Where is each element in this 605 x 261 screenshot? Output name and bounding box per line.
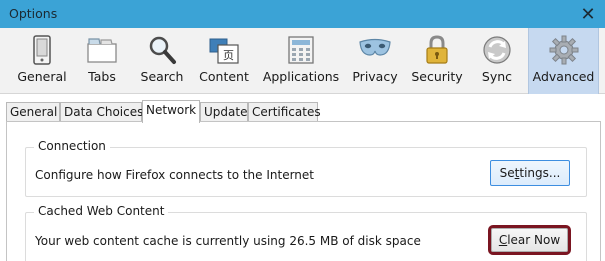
toolbar-label-advanced: Advanced xyxy=(532,69,595,84)
cache-description: Your web content cache is currently usin… xyxy=(35,234,421,248)
close-icon[interactable]: ✕ xyxy=(571,0,605,28)
privacy-mask-icon xyxy=(359,38,391,56)
window-title: Options xyxy=(9,6,58,21)
subtab-network[interactable]: Network xyxy=(142,100,200,123)
general-icon xyxy=(33,35,51,65)
settings-button-label-post: tings... xyxy=(519,166,561,180)
toolbar-content[interactable]: 页 Content xyxy=(196,28,252,94)
clear-now-button-label: lear Now xyxy=(507,233,561,247)
settings-button-label-pre: Se xyxy=(499,166,515,180)
content-icon: 页 xyxy=(209,38,239,64)
svg-text:页: 页 xyxy=(223,49,234,62)
tabs-icon xyxy=(87,38,117,63)
toolbar-label-general: General xyxy=(17,69,67,84)
toolbar-general[interactable]: General xyxy=(6,28,78,94)
search-icon xyxy=(149,36,176,64)
cached-content-group: Cached Web Content Your web content cach… xyxy=(25,204,587,261)
sync-icon xyxy=(483,36,511,64)
subtab-update[interactable]: Update xyxy=(200,102,248,122)
clear-now-button[interactable]: Clear Now xyxy=(488,225,571,255)
toolbar-label-content: Content xyxy=(199,69,249,84)
toolbar-label-sync: Sync xyxy=(481,69,513,84)
subtab-data-choices[interactable]: Data Choices xyxy=(60,102,143,122)
gear-icon xyxy=(549,35,578,65)
advanced-pane: General Data Choices Network Update Cert… xyxy=(0,94,605,261)
subtab-general[interactable]: General xyxy=(6,102,60,122)
cache-legend: Cached Web Content xyxy=(34,204,169,218)
connection-settings-button[interactable]: Se t tings... xyxy=(490,160,570,186)
toolbar-label-privacy: Privacy xyxy=(352,69,398,84)
toolbar-label-tabs: Tabs xyxy=(88,69,116,84)
toolbar-advanced[interactable]: Advanced xyxy=(528,28,599,94)
toolbar-search[interactable]: Search xyxy=(134,28,190,94)
toolbar-security[interactable]: Security xyxy=(409,28,465,94)
toolbar-privacy[interactable]: Privacy xyxy=(348,28,402,94)
applications-icon xyxy=(288,36,314,64)
network-tab-body: Connection Configure how Firefox connect… xyxy=(6,121,601,261)
options-toolbar: General Tabs Search 页 Content Applicatio… xyxy=(0,28,605,94)
toolbar-applications[interactable]: Applications xyxy=(260,28,342,94)
subtab-certificates[interactable]: Certificates xyxy=(248,102,321,122)
connection-legend: Connection xyxy=(34,139,110,153)
toolbar-sync[interactable]: Sync xyxy=(475,28,519,94)
padlock-icon xyxy=(426,35,448,64)
toolbar-tabs[interactable]: Tabs xyxy=(78,28,126,94)
clear-now-button-accel: C xyxy=(498,233,508,247)
connection-group: Connection Configure how Firefox connect… xyxy=(25,139,587,197)
toolbar-label-security: Security xyxy=(411,69,463,84)
connection-description: Configure how Firefox connects to the In… xyxy=(35,168,314,182)
toolbar-label-applications: Applications xyxy=(262,69,340,84)
title-bar: Options ✕ xyxy=(0,0,605,28)
toolbar-label-search: Search xyxy=(140,69,184,84)
